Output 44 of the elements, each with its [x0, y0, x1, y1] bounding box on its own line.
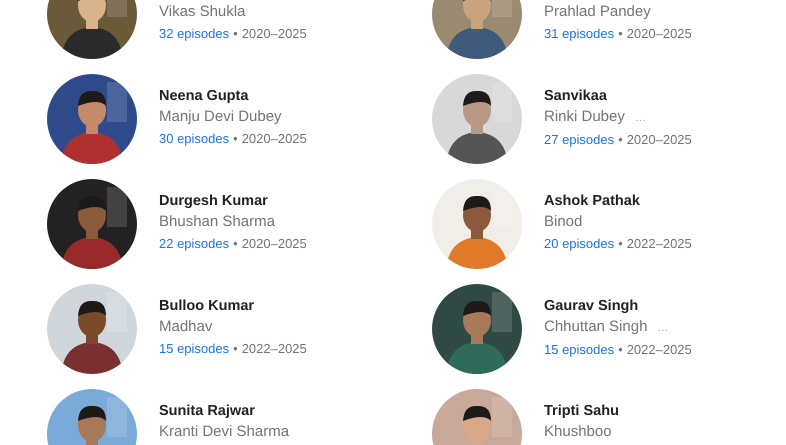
- character-name: Chhuttan Singh: [544, 317, 648, 337]
- years-text: 2022–2025: [626, 235, 692, 253]
- character-name: Rinki Dubey: [544, 107, 625, 127]
- actor-name: Ashok Pathak: [544, 192, 641, 211]
- years-text: 2020–2025: [242, 235, 307, 253]
- actor-name: Sanvikaa: [544, 87, 608, 106]
- more-ellipsis[interactable]: …: [634, 107, 646, 129]
- separator-dot: •: [233, 235, 238, 253]
- actor-name: Tripti Sahu: [544, 402, 619, 421]
- character-name: Vikas Shukla: [159, 2, 246, 22]
- actor-name: Durgesh Kumar: [159, 192, 269, 211]
- character-name: Binod: [544, 212, 582, 232]
- years-text: 2022–2025: [242, 340, 307, 358]
- character-name: Madhav: [159, 317, 212, 337]
- separator-dot: •: [618, 131, 623, 149]
- character-name: Khushboo: [544, 422, 612, 442]
- episodes-link[interactable]: 30 episodes: [159, 128, 230, 150]
- years-text: 2022–2025: [626, 341, 692, 359]
- separator-dot: •: [233, 25, 238, 43]
- separator-dot: •: [618, 341, 623, 359]
- years-text: 2020–2025: [626, 131, 692, 149]
- years-text: 2020–2025: [242, 130, 307, 148]
- character-name: Prahlad Pandey: [544, 2, 651, 22]
- separator-dot: •: [233, 130, 238, 148]
- more-ellipsis[interactable]: …: [657, 317, 668, 339]
- character-name: Bhushan Sharma: [159, 212, 275, 232]
- character-name: Manju Devi Dubey: [159, 107, 282, 127]
- episodes-link[interactable]: 15 episodes: [159, 338, 230, 360]
- separator-dot: •: [618, 25, 623, 43]
- episodes-link[interactable]: 32 episodes: [159, 23, 230, 45]
- years-text: 2020–2025: [626, 25, 692, 43]
- separator-dot: •: [618, 235, 623, 253]
- episodes-link[interactable]: 15 episodes: [544, 339, 614, 361]
- episodes-link[interactable]: 27 episodes: [544, 129, 614, 151]
- episodes-link[interactable]: 31 episodes: [544, 23, 614, 45]
- years-text: 2020–2025: [242, 25, 307, 43]
- separator-dot: •: [233, 340, 238, 358]
- actor-name: Sunita Rajwar: [159, 402, 256, 421]
- actor-name: Bulloo Kumar: [159, 297, 256, 316]
- actor-name: Neena Gupta: [159, 87, 250, 106]
- actor-name: Gaurav Singh: [544, 297, 640, 316]
- episodes-link[interactable]: 22 episodes: [159, 233, 230, 255]
- episodes-link[interactable]: 20 episodes: [544, 233, 614, 255]
- character-name: Kranti Devi Sharma: [159, 422, 290, 442]
